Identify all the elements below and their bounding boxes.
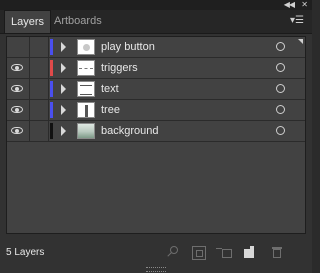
lock-toggle[interactable]: [30, 58, 49, 78]
eye-icon: [11, 64, 23, 71]
expand-arrow-icon[interactable]: [61, 84, 66, 94]
layer-thumbnail: [77, 102, 95, 118]
visibility-toggle[interactable]: [7, 121, 30, 141]
layer-row[interactable]: background: [7, 121, 305, 142]
panel-footer: 5 Layers: [0, 240, 312, 266]
layer-color-bar: [50, 81, 53, 97]
layer-name[interactable]: background: [101, 121, 159, 141]
panel-menu-icon[interactable]: ▾☰: [290, 14, 306, 28]
collapse-panel-icon[interactable]: ◀◀: [284, 0, 295, 10]
eye-icon: [11, 106, 23, 113]
lock-toggle[interactable]: [30, 79, 49, 99]
target-circle-icon[interactable]: [276, 63, 285, 72]
lock-toggle[interactable]: [30, 37, 49, 57]
layer-thumbnail: [77, 39, 95, 55]
expand-arrow-icon[interactable]: [61, 126, 66, 136]
expand-arrow-icon[interactable]: [61, 63, 66, 73]
tab-layers[interactable]: Layers: [4, 10, 52, 33]
eye-icon: [11, 127, 23, 134]
eye-icon: [11, 85, 23, 92]
visibility-toggle[interactable]: [7, 58, 30, 78]
visibility-toggle[interactable]: [7, 37, 30, 57]
target-circle-icon[interactable]: [276, 126, 285, 135]
layer-row[interactable]: triggers: [7, 58, 305, 79]
target-circle-icon[interactable]: [276, 84, 285, 93]
layer-row[interactable]: play button: [7, 37, 305, 58]
target-circle-icon[interactable]: [276, 42, 285, 51]
layer-name[interactable]: tree: [101, 100, 120, 120]
layer-count: 5 Layers: [6, 247, 45, 258]
layer-row[interactable]: text: [7, 79, 305, 100]
expand-arrow-icon[interactable]: [61, 105, 66, 115]
create-sublayer-icon[interactable]: [216, 246, 232, 260]
target-circle-icon[interactable]: [276, 105, 285, 114]
layer-color-bar: [50, 123, 53, 139]
layers-list: play button triggers text tree backgroun…: [6, 36, 306, 234]
close-panel-icon[interactable]: ✕: [301, 0, 308, 10]
layer-color-bar: [50, 102, 53, 118]
layer-name[interactable]: text: [101, 79, 119, 99]
layer-thumbnail: [77, 81, 95, 97]
panel-tabs: Layers Artboards ▾☰: [0, 10, 312, 34]
search-icon[interactable]: [166, 246, 180, 260]
layer-name[interactable]: play button: [101, 37, 155, 57]
clipping-mask-icon[interactable]: [192, 246, 206, 260]
layer-color-bar: [50, 60, 53, 76]
trash-icon[interactable]: [270, 246, 284, 260]
new-layer-icon[interactable]: [242, 246, 256, 260]
layer-name[interactable]: triggers: [101, 58, 138, 78]
resize-grip[interactable]: [146, 267, 166, 272]
layer-row[interactable]: tree: [7, 100, 305, 121]
visibility-toggle[interactable]: [7, 79, 30, 99]
layers-panel: ◀◀ ✕ Layers Artboards ▾☰ play button tri…: [0, 0, 312, 273]
layer-thumbnail: [77, 60, 95, 76]
expand-arrow-icon[interactable]: [61, 42, 66, 52]
layer-thumbnail: [77, 123, 95, 139]
visibility-toggle[interactable]: [7, 100, 30, 120]
lock-toggle[interactable]: [30, 121, 49, 141]
layer-color-bar: [50, 39, 53, 55]
tab-artboards[interactable]: Artboards: [48, 10, 108, 33]
panel-topbar: ◀◀ ✕: [0, 0, 312, 10]
lock-toggle[interactable]: [30, 100, 49, 120]
